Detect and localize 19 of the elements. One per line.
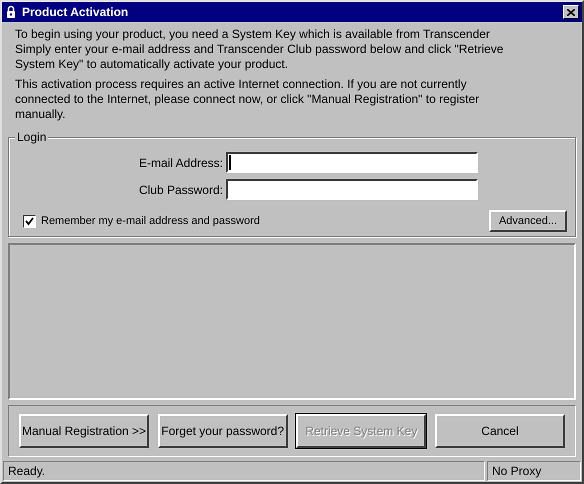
dialog-button[interactable]: Cancel [434, 414, 565, 448]
checkbox-label: Remember my e-mail address and password [41, 215, 261, 227]
field-label: E-mail Address: [138, 156, 223, 170]
input-field[interactable] [226, 152, 478, 173]
dialog-button[interactable]: Forget your password? [158, 414, 288, 448]
checkbox[interactable] [23, 214, 36, 228]
advanced-button[interactable]: Advanced... [489, 210, 567, 232]
proxy-status: No Proxy [487, 461, 581, 481]
padlock-icon [6, 5, 16, 19]
status-message: Ready. [3, 461, 485, 481]
window-title: Product Activation [22, 5, 130, 19]
input-field[interactable] [226, 179, 478, 200]
close-button[interactable] [563, 5, 579, 19]
field-label: Club Password: [138, 182, 223, 196]
close-icon [567, 8, 575, 16]
instruction-text: This activation process requires an active Internet connection. If you are not currently connected to the Internet, please connect now, or click "Manual Registration" to register manually. [15, 77, 480, 122]
dialog-button[interactable]: Manual Registration >> [19, 414, 149, 448]
instruction-text: To begin using your product, you need a System Key which is available from Transcender Simply enter your e-mail address and Transcender Club password below and click "Retrieve System Key" to automatically activate your product. [15, 27, 504, 72]
group-title: Login [15, 130, 48, 144]
